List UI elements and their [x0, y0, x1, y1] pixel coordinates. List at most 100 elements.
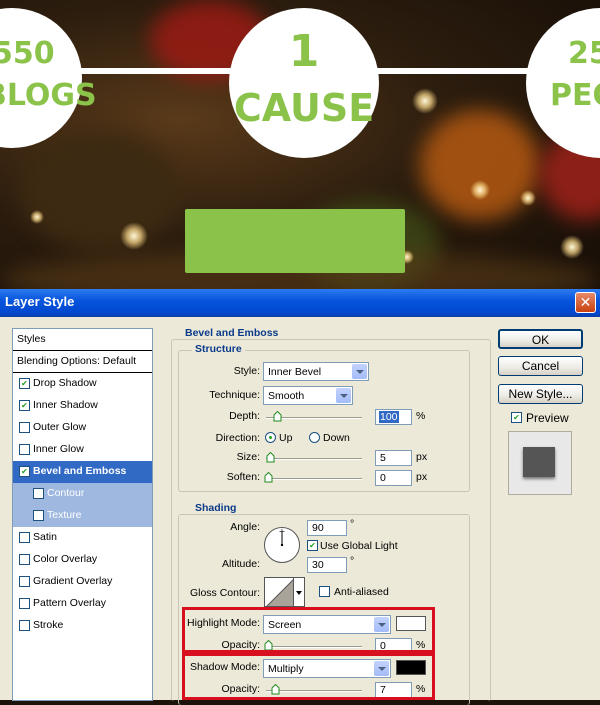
style-item-inner-shadow[interactable]: ✔ Inner Shadow: [13, 395, 152, 417]
style-item-pattern-overlay[interactable]: Pattern Overlay: [13, 593, 152, 615]
soften-input[interactable]: 0: [375, 470, 412, 486]
bevel-emboss-title: Bevel and Emboss: [182, 327, 282, 339]
angle-dial[interactable]: +: [263, 526, 301, 564]
direction-up-radio[interactable]: [265, 432, 276, 443]
soften-label: Soften:: [226, 471, 260, 483]
style-preview-box: [508, 431, 572, 495]
bokeh-blur: [20, 130, 180, 250]
technique-value: Smooth: [268, 390, 305, 402]
bokeh-light: [30, 210, 44, 224]
stat-number: 1: [288, 26, 320, 77]
close-button[interactable]: ✕: [575, 292, 596, 313]
stat-number: 550: [0, 36, 55, 71]
chevron-down-icon: [296, 591, 302, 595]
chevron-down-icon: [336, 388, 351, 403]
checkbox[interactable]: ✔: [19, 400, 30, 411]
style-item-label: Color Overlay: [33, 553, 98, 565]
angle-degree: °: [350, 518, 355, 530]
style-item-label: Outer Glow: [33, 421, 87, 433]
style-item-gradient-overlay[interactable]: Gradient Overlay: [13, 571, 152, 593]
checkbox[interactable]: [19, 532, 30, 543]
size-value: 5: [380, 452, 386, 464]
angle-label: Angle:: [230, 521, 260, 533]
stat-word: CAUSE: [233, 86, 375, 130]
style-item-label: Bevel and Emboss: [33, 465, 127, 477]
styles-list: Styles Blending Options: Default ✔ Drop S…: [12, 328, 153, 701]
use-global-light-checkbox[interactable]: ✔: [307, 540, 318, 551]
style-item-label: Inner Shadow: [33, 399, 98, 411]
style-item-inner-glow[interactable]: Inner Glow: [13, 439, 152, 461]
size-slider[interactable]: [266, 458, 362, 460]
altitude-input[interactable]: 30: [307, 557, 347, 573]
chevron-down-icon: [352, 364, 367, 379]
green-button-shape: [185, 209, 405, 273]
gloss-contour-label: Gloss Contour:: [189, 587, 260, 599]
size-slider-thumb[interactable]: [266, 452, 275, 463]
stat-word: BLOGS: [0, 78, 97, 113]
style-item-label: Texture: [47, 509, 82, 521]
layer-style-dialog: Layer Style ✕ Styles Blending Options: D…: [0, 289, 600, 705]
ok-button[interactable]: OK: [498, 329, 583, 349]
style-item-bevel-and-emboss[interactable]: ✔ Bevel and Emboss: [13, 461, 152, 483]
preview-checkbox[interactable]: ✔: [511, 412, 522, 423]
checkbox[interactable]: [19, 554, 30, 565]
checkbox[interactable]: ✔: [19, 466, 30, 477]
soften-slider[interactable]: [266, 478, 362, 480]
styles-header[interactable]: Styles: [13, 329, 152, 351]
technique-select[interactable]: Smooth: [263, 386, 353, 405]
size-unit: px: [416, 451, 428, 463]
style-item-texture[interactable]: Texture: [13, 505, 152, 527]
depth-label: Depth:: [229, 410, 260, 422]
direction-down-label: Down: [323, 432, 350, 444]
style-item-label: Drop Shadow: [33, 377, 97, 389]
angle-input[interactable]: 90: [307, 520, 347, 536]
blending-options-label: Blending Options: Default: [17, 355, 137, 367]
crosshair-icon: +: [279, 527, 286, 536]
cancel-button[interactable]: Cancel: [498, 356, 583, 376]
style-item-outer-glow[interactable]: Outer Glow: [13, 417, 152, 439]
style-label: Style:: [233, 365, 260, 377]
style-item-contour[interactable]: Contour: [13, 483, 152, 505]
style-item-label: Stroke: [33, 619, 64, 631]
soften-slider-thumb[interactable]: [264, 472, 273, 483]
style-item-drop-shadow[interactable]: ✔ Drop Shadow: [13, 373, 152, 395]
shadow-annotation-box: [182, 653, 435, 700]
style-value: Inner Bevel: [268, 366, 322, 378]
checkbox[interactable]: [19, 620, 30, 631]
checkbox[interactable]: [33, 488, 44, 499]
dialog-title: Layer Style: [5, 294, 75, 309]
stat-circle-right: 250 PEOP: [526, 8, 600, 158]
direction-down-radio[interactable]: [309, 432, 320, 443]
technique-label: Technique:: [209, 389, 260, 401]
angle-value: 90: [312, 522, 324, 534]
style-item-label: Inner Glow: [33, 443, 84, 455]
style-item-label: Contour: [47, 487, 85, 499]
gloss-contour-preview[interactable]: [264, 577, 294, 607]
checkbox[interactable]: ✔: [19, 378, 30, 389]
styles-header-label: Styles: [17, 333, 46, 345]
preview-label: Preview: [526, 411, 569, 425]
new-style-button[interactable]: New Style...: [498, 384, 583, 404]
bokeh-light: [560, 235, 584, 259]
checkbox[interactable]: [19, 576, 30, 587]
style-select[interactable]: Inner Bevel: [263, 362, 369, 381]
size-label: Size:: [236, 451, 260, 463]
style-item-label: Gradient Overlay: [33, 575, 113, 587]
depth-input[interactable]: 100: [375, 409, 412, 425]
checkbox[interactable]: [33, 510, 44, 521]
style-item-stroke[interactable]: Stroke: [13, 615, 152, 637]
checkbox[interactable]: [19, 422, 30, 433]
style-item-satin[interactable]: Satin: [13, 527, 152, 549]
gloss-contour-dropdown[interactable]: [294, 577, 305, 607]
shading-title: Shading: [192, 502, 240, 514]
checkbox[interactable]: [19, 598, 30, 609]
checkbox[interactable]: [19, 444, 30, 455]
bokeh-light: [470, 180, 490, 200]
style-item-label: Satin: [33, 531, 57, 543]
title-bar: Layer Style ✕: [0, 289, 600, 317]
depth-slider-thumb[interactable]: [273, 411, 282, 422]
style-item-color-overlay[interactable]: Color Overlay: [13, 549, 152, 571]
size-input[interactable]: 5: [375, 450, 412, 466]
blending-options-item[interactable]: Blending Options: Default: [13, 351, 152, 373]
anti-aliased-checkbox[interactable]: [319, 586, 330, 597]
